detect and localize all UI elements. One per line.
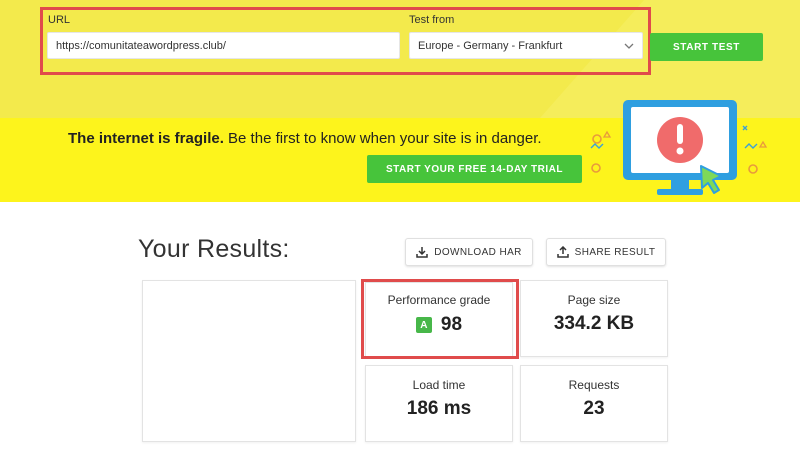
- page-size-label: Page size: [567, 293, 621, 307]
- requests-value: 23: [583, 398, 605, 419]
- monitor-alert-illustration: [590, 100, 768, 195]
- page-size-card: Page size 334.2 KB: [520, 280, 668, 357]
- requests-label: Requests: [568, 378, 620, 392]
- download-har-button[interactable]: DOWNLOAD HAR: [405, 238, 533, 266]
- page-size-value: 334.2 KB: [553, 313, 635, 334]
- screenshot-card: [142, 280, 356, 442]
- load-time-value: 186 ms: [406, 398, 472, 419]
- promo-headline: The internet is fragile. Be the first to…: [68, 130, 542, 147]
- load-time-card: Load time 186 ms: [365, 365, 513, 442]
- free-trial-button[interactable]: START YOUR FREE 14-DAY TRIAL: [367, 155, 582, 183]
- promo-headline-rest: Be the first to know when your site is i…: [223, 130, 542, 147]
- share-result-button[interactable]: SHARE RESULT: [546, 238, 666, 266]
- performance-highlight-box: [361, 279, 519, 359]
- download-har-label: DOWNLOAD HAR: [434, 246, 522, 258]
- promo-headline-bold: The internet is fragile.: [68, 130, 224, 147]
- share-icon: [556, 246, 569, 258]
- load-time-label: Load time: [412, 378, 466, 392]
- requests-card: Requests 23: [520, 365, 668, 442]
- share-result-label: SHARE RESULT: [574, 246, 656, 258]
- results-title: Your Results:: [138, 235, 290, 263]
- start-test-button[interactable]: START TEST: [650, 33, 763, 61]
- form-highlight-box: [40, 7, 651, 75]
- download-icon: [416, 247, 428, 258]
